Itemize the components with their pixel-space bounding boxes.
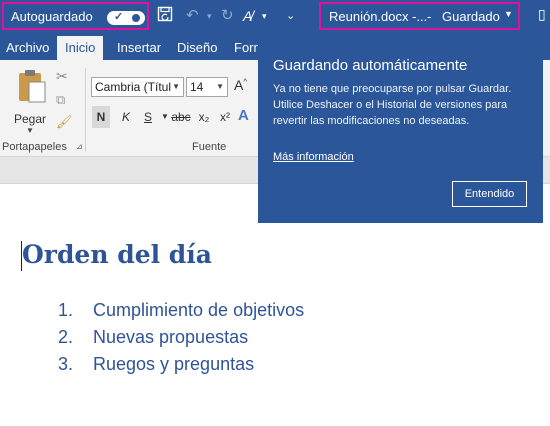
cut-icon[interactable]: ✂ [56,68,68,85]
font-size-value: 14 [190,80,204,94]
chevron-down-icon: ▼ [26,126,34,135]
list-text: Nuevas propuestas [93,327,249,347]
copy-icon[interactable]: ⧉ [56,92,65,108]
window-control-icon[interactable]: ▯ [538,6,546,23]
font-group-label: Fuente [192,141,227,153]
font-size-combo[interactable]: 14 ▼ [186,77,228,97]
toggle-knob [132,14,140,22]
list-number: 1. [58,300,74,320]
text-effects-icon[interactable]: A [238,107,249,124]
save-status: Guardado [442,9,500,24]
tab-archivo[interactable]: Archivo [6,40,49,55]
chevron-down-icon: ▼ [504,9,513,19]
text-style-icon[interactable]: A̸ [243,6,252,26]
autosave-highlight: Autoguardado ✓ [2,2,149,30]
save-icon[interactable] [157,6,173,28]
grow-font-icon[interactable]: A^ [234,77,247,93]
title-separator: - [427,9,432,24]
italic-button[interactable]: K [117,106,135,128]
check-icon: ✓ [114,11,124,23]
redo-icon[interactable]: ↻ [221,6,234,26]
strikethrough-button[interactable]: abc [170,106,192,128]
callout-pointer [394,37,410,45]
document-filename: Reunión.docx -... [329,9,428,24]
bold-button[interactable]: N [92,106,110,128]
list-number: 2. [58,327,74,347]
autosave-callout: Guardando automáticamente Ya no tiene qu… [258,37,543,223]
paste-label: Pegar [14,112,47,126]
list-number: 3. [58,354,74,374]
more-info-link[interactable]: Más información [273,151,354,163]
style-dropdown-icon[interactable]: ▾ [262,6,267,26]
superscript-button[interactable]: x² [216,106,234,128]
underline-button[interactable]: S [139,106,157,128]
document-heading[interactable]: Orden del día [22,240,212,269]
callout-title: Guardando automáticamente [273,57,468,74]
got-it-button[interactable]: Entendido [452,181,527,207]
dialog-launcher-icon[interactable]: ⊿ [76,142,83,151]
list-text: Ruegos y preguntas [93,354,255,374]
filename-highlight[interactable]: Reunión.docx -... - Guardado ▼ [319,2,520,30]
tab-diseno[interactable]: Diseño [177,40,217,55]
customize-toolbar-icon[interactable]: ⌄ [286,6,295,26]
title-bar: Autoguardado ✓ ↶ ▾ ↻ A̸ ▾ ⌄ Reunión.docx… [0,0,550,34]
undo-dropdown-icon[interactable]: ▾ [207,6,212,26]
undo-icon[interactable]: ↶ [186,6,199,26]
chevron-down-icon: ▼ [172,82,180,91]
group-divider [85,68,86,152]
font-name-value: Cambria (Títul [95,80,172,94]
tab-inicio[interactable]: Inicio [57,36,104,60]
list-text: Cumplimiento de objetivos [93,300,305,320]
clipboard-group-label: Portapapeles [2,141,67,153]
paste-button[interactable]: Pegar ▼ [12,68,52,135]
autosave-label: Autoguardado [11,8,93,24]
callout-body: Ya no tiene que preocuparse por pulsar G… [273,83,512,127]
chevron-down-icon: ▼ [216,82,224,91]
font-name-combo[interactable]: Cambria (Títul ▼ [91,77,184,97]
subscript-button[interactable]: x₂ [195,106,213,128]
autosave-toggle[interactable]: ✓ [107,11,145,25]
format-painter-icon[interactable]: 🖌 [56,114,73,130]
clipboard-icon [19,70,46,103]
tab-insertar[interactable]: Insertar [117,40,161,55]
